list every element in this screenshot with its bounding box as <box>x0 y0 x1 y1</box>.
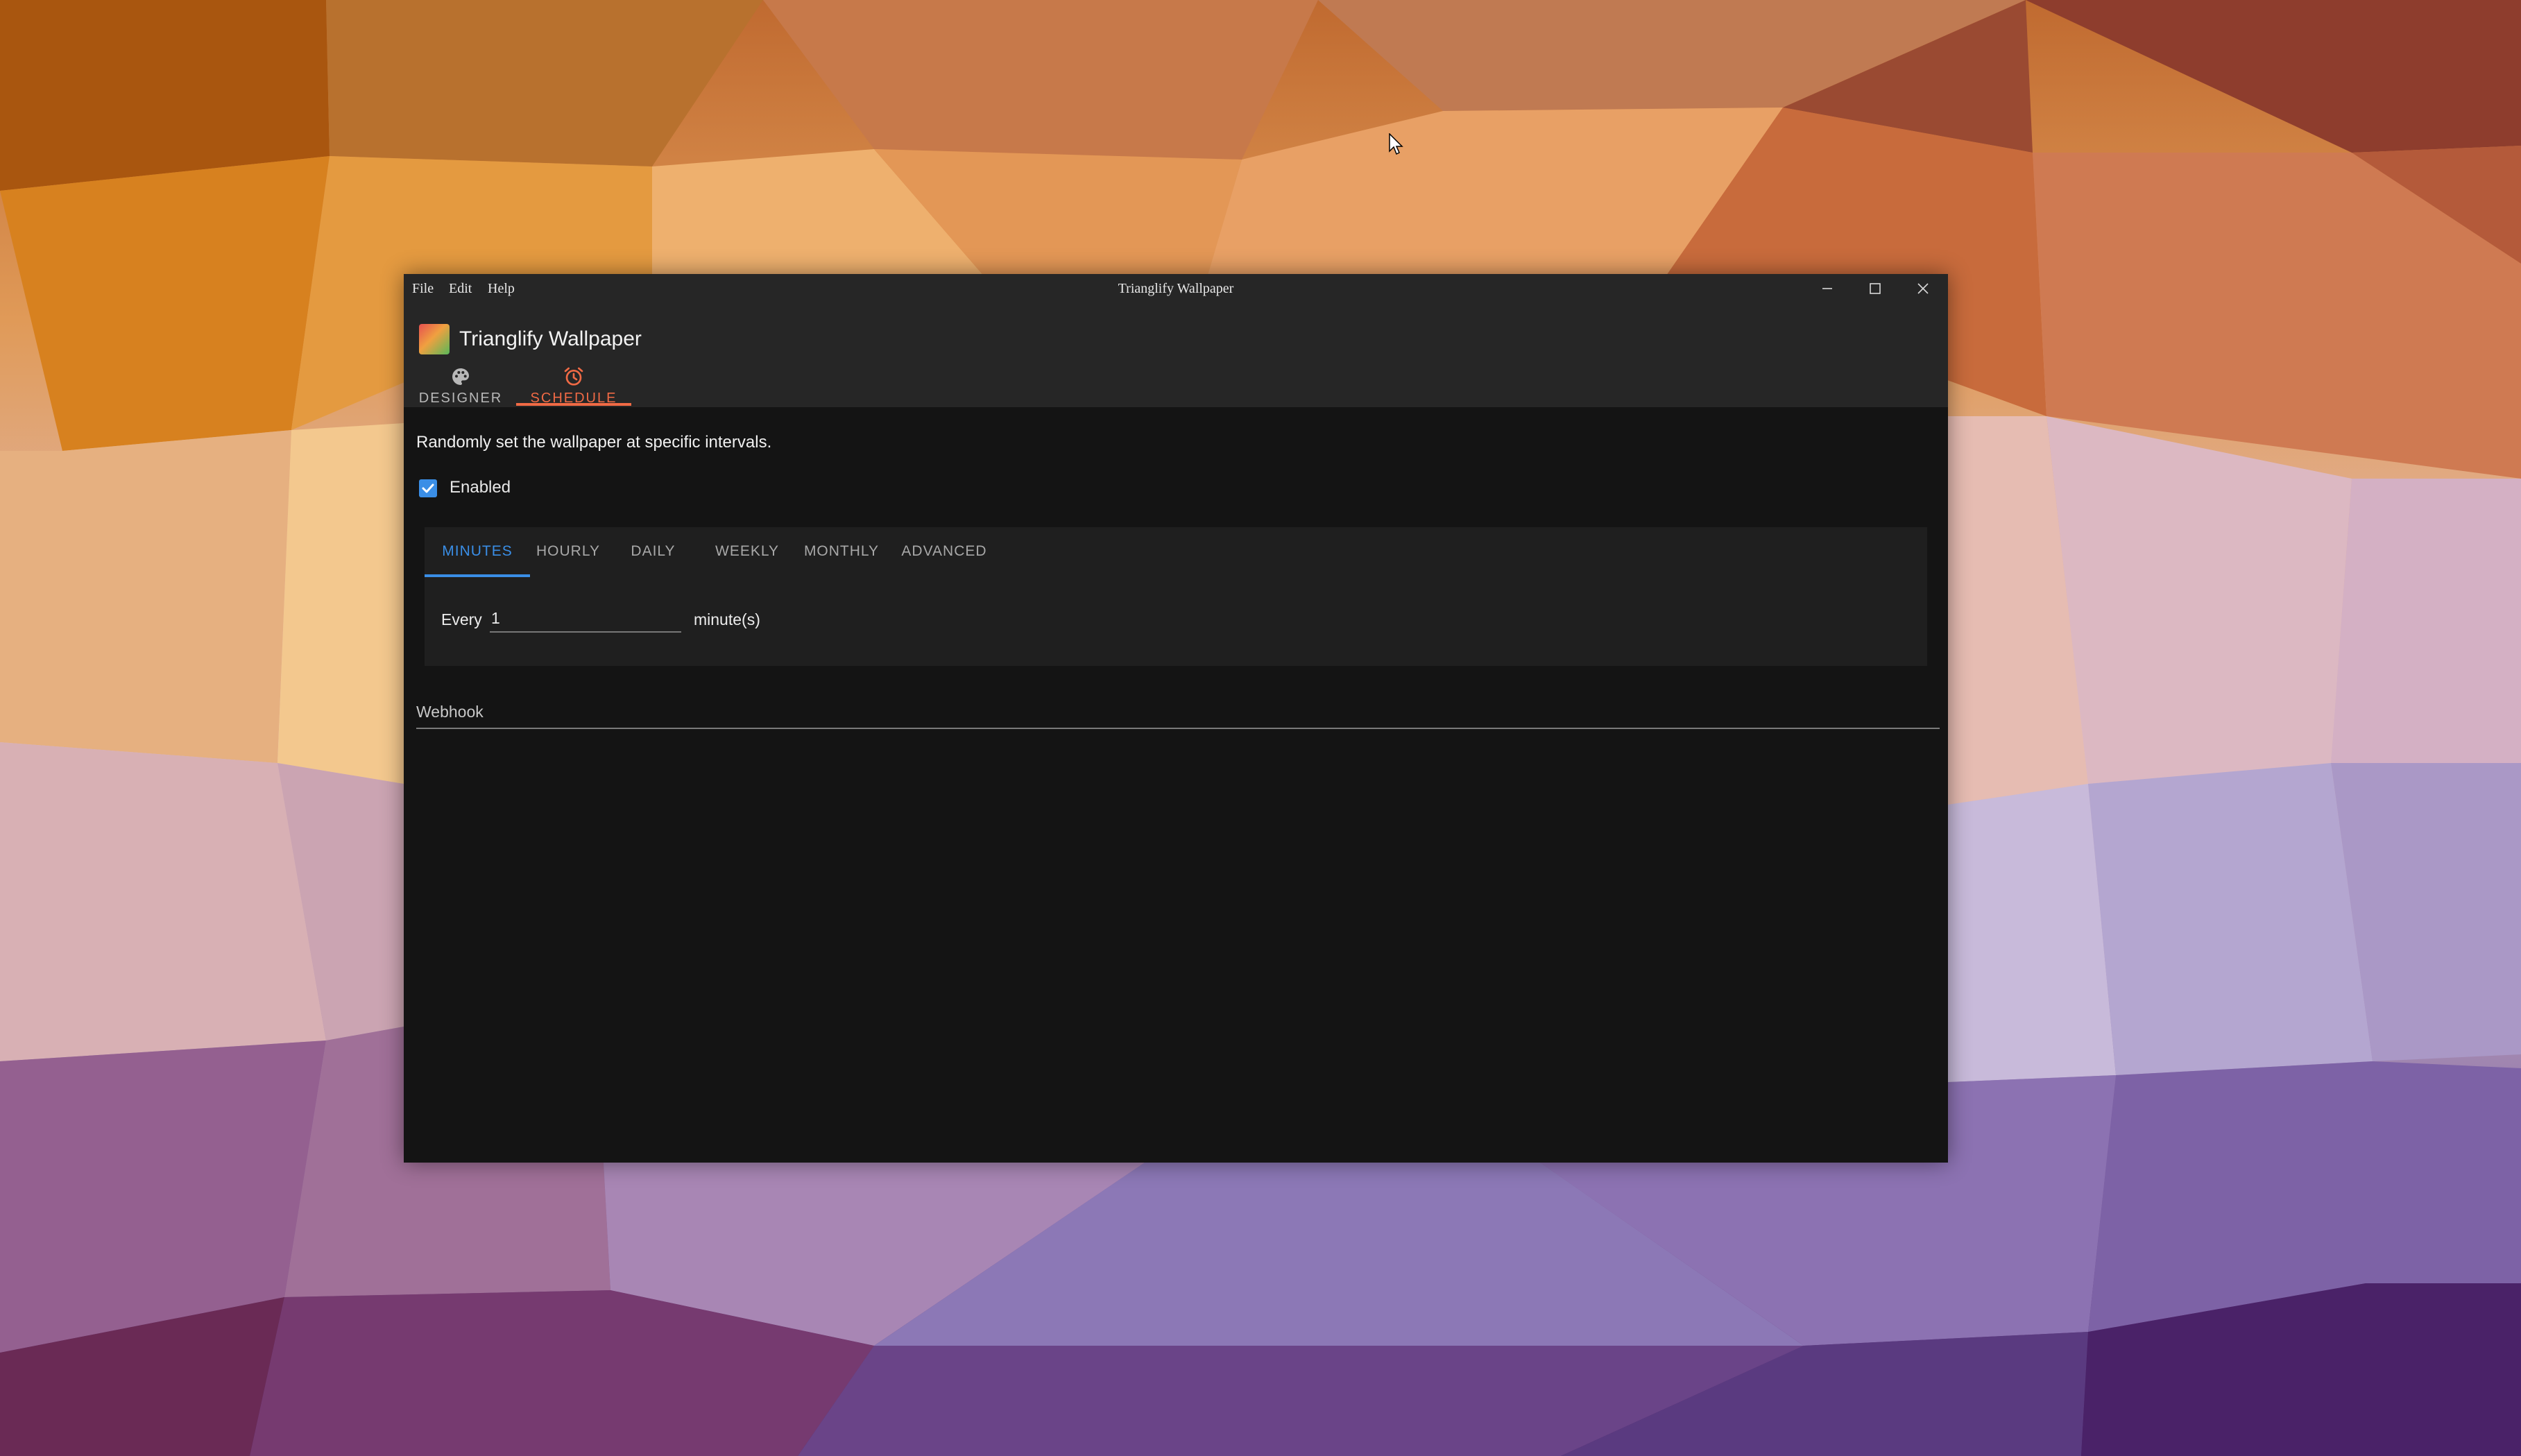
tab-monthly[interactable]: MONTHLY <box>794 527 889 576</box>
tab-daily[interactable]: DAILY <box>606 527 700 576</box>
app-title: Trianglify Wallpaper <box>459 327 642 350</box>
app-header: Trianglify Wallpaper DESIGNER SCHEDULE <box>404 303 1948 407</box>
minimize-button[interactable] <box>1803 274 1851 303</box>
close-button[interactable] <box>1899 274 1947 303</box>
tab-minutes[interactable]: MINUTES <box>425 527 530 576</box>
close-icon <box>1917 283 1929 294</box>
active-tab-indicator <box>516 403 631 406</box>
maximize-icon <box>1869 283 1881 294</box>
tab-designer[interactable]: DESIGNER <box>411 366 511 407</box>
menu-edit[interactable]: Edit <box>449 274 472 303</box>
interval-row: Every minute(s) <box>441 603 927 635</box>
menu-help[interactable]: Help <box>488 274 515 303</box>
enabled-label: Enabled <box>450 478 511 497</box>
app-logo-icon <box>419 324 450 354</box>
interval-minutes-input[interactable] <box>490 605 681 633</box>
schedule-panel: MINUTES HOURLY DAILY WEEKLY MONTHLY ADVA… <box>425 527 1927 666</box>
tab-weekly[interactable]: WEEKLY <box>700 527 794 576</box>
schedule-description: Randomly set the wallpaper at specific i… <box>416 433 772 452</box>
tab-advanced[interactable]: ADVANCED <box>889 527 1000 576</box>
alarm-clock-icon <box>564 367 583 386</box>
webhook-field[interactable] <box>416 699 1940 729</box>
minimize-icon <box>1822 288 1832 289</box>
enabled-checkbox[interactable] <box>419 479 437 497</box>
minutes-unit-label: minute(s) <box>694 610 760 628</box>
menu-file[interactable]: File <box>412 274 434 303</box>
webhook-label: Webhook <box>416 703 484 721</box>
window-title: Trianglify Wallpaper <box>1118 281 1234 296</box>
tab-hourly[interactable]: HOURLY <box>530 527 606 576</box>
tab-schedule[interactable]: SCHEDULE <box>516 366 631 407</box>
palette-icon <box>452 368 469 385</box>
checkmark-icon <box>422 483 434 493</box>
maximize-button[interactable] <box>1851 274 1899 303</box>
window-titlebar[interactable]: Trianglify Wallpaper File Edit Help <box>404 274 1948 303</box>
active-subtab-indicator <box>425 574 530 577</box>
mouse-cursor-icon <box>1389 133 1403 155</box>
tab-designer-label: DESIGNER <box>418 391 503 406</box>
app-window: Trianglify Wallpaper File Edit Help Tria… <box>404 274 1948 1163</box>
every-label: Every <box>441 610 482 628</box>
desktop: Trianglify Wallpaper File Edit Help Tria… <box>0 0 2521 1456</box>
